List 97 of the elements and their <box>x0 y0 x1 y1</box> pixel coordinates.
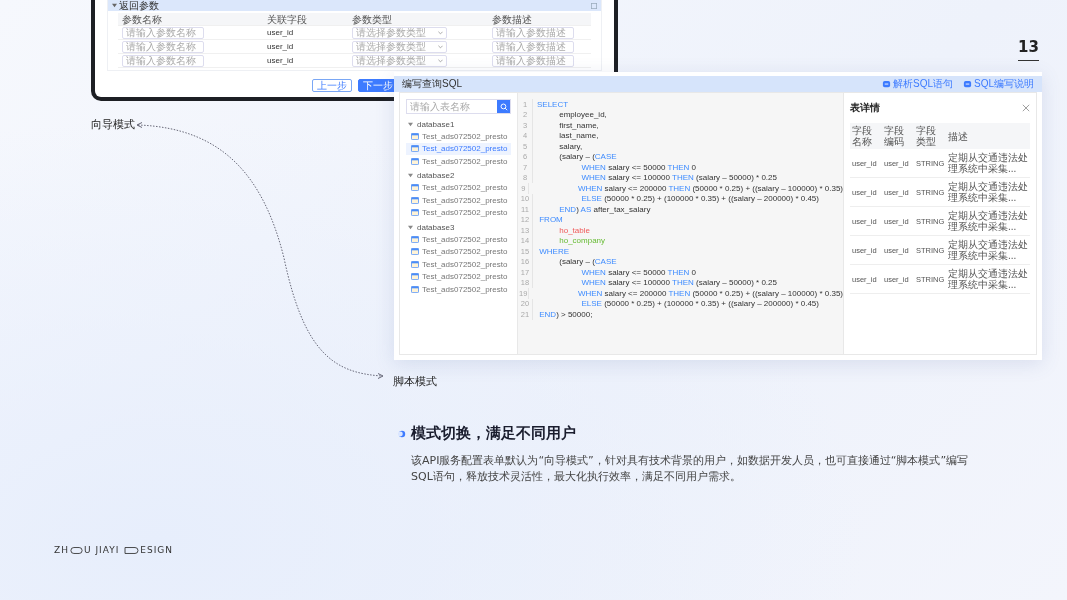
code-line: employee_id, <box>558 110 607 120</box>
bullet-icon <box>398 429 406 438</box>
table-node[interactable]: Test_ads072502_presto <box>406 233 511 246</box>
table-node[interactable]: Test_ads072502_presto <box>406 206 511 219</box>
panel-title: 表详情 <box>850 101 880 115</box>
code-line: WHEN salary <= 50000 THEN 0 <box>580 267 697 277</box>
table-node[interactable]: Test_ads072502_presto <box>406 258 511 271</box>
code-line: (salary – (CASE <box>558 257 617 267</box>
feature-description: 该API服务配置表单默认为“向导模式”，针对具有技术背景的用户，如数据开发人员，也可直接通过“脚本模式”编写SQL语句，释放技术灵活性，最大化执行效率，满足不同用户需求。 <box>411 453 970 485</box>
code-line: END) AS after_tax_salary <box>558 204 651 214</box>
table-icon <box>411 132 419 140</box>
chevron-down-icon <box>438 44 443 49</box>
code-line: WHEN salary <= 100000 THEN (salary – 50000) * 0.25 <box>580 173 777 183</box>
column-header: 字段类型 <box>914 123 946 149</box>
table-node[interactable]: Test_ads072502_presto <box>406 245 511 258</box>
code-editor[interactable] <box>518 93 844 354</box>
table-icon <box>411 196 419 204</box>
logo-o-icon <box>69 546 83 554</box>
table-cell: 定期从交通违法处理系统中采集... <box>946 149 1030 178</box>
table-icon <box>411 285 419 293</box>
wizard-mode-label: 向导模式 <box>91 117 135 132</box>
logo-d-icon <box>124 546 140 554</box>
logo-text: ZH <box>54 545 69 555</box>
column-header: 字段名称 <box>850 123 882 149</box>
table-cell: 定期从交通违法处理系统中采集... <box>946 235 1030 265</box>
code-line: first_name, <box>558 120 599 130</box>
table-node[interactable]: Test_ads072502_presto <box>406 155 511 168</box>
search-icon[interactable] <box>499 102 508 111</box>
code-line: END) > 50000; <box>538 309 593 319</box>
code-line: FROM <box>538 215 563 225</box>
table-search-field[interactable]: 请输入表名称 <box>406 99 511 114</box>
database-node[interactable]: database3 <box>406 221 511 233</box>
description-input-field[interactable]: 请输入参数描述 <box>492 26 574 39</box>
logo-text: U JIAYI <box>83 545 120 555</box>
table-icon <box>411 260 419 268</box>
caret-icon[interactable] <box>112 3 117 8</box>
name-input-field[interactable]: 请输入参数名称 <box>122 40 204 53</box>
close-icon[interactable] <box>1022 104 1030 112</box>
code-line: ELSE (50000 * 0.25) + (100000 * 0.35) + ((salary – 200000) * 0.45) <box>580 194 819 204</box>
table-node[interactable]: Test_ads072502_presto <box>406 130 511 143</box>
code-line: WHEN salary <= 100000 THEN (salary – 50000) * 0.25 <box>580 278 777 288</box>
table-node[interactable]: Test_ads072502_presto <box>406 142 511 155</box>
code-line: ho_table <box>558 225 590 235</box>
column-header: 描述 <box>946 123 1030 149</box>
table-node[interactable]: Test_ads072502_presto <box>406 194 511 207</box>
previous-button[interactable]: 上一步 <box>311 79 352 92</box>
code-line: WHEN salary <= 200000 THEN (50000 * 0.25) + ((salary – 100000) * 0.35) <box>576 288 843 298</box>
table-cell: 定期从交通违法处理系统中采集... <box>946 264 1030 294</box>
expand-icon[interactable] <box>591 2 597 9</box>
window-title: 编写查询SQL <box>402 77 462 91</box>
column-header: 参数名称 <box>121 13 163 25</box>
column-header: 参数类型 <box>351 13 393 25</box>
code-line: salary, <box>558 141 583 151</box>
table-icon <box>411 235 419 243</box>
description-input-field[interactable]: 请输入参数描述 <box>492 54 574 67</box>
code-line: (salary – (CASE <box>558 152 617 162</box>
code-line: WHEN salary <= 50000 THEN 0 <box>580 162 697 172</box>
table-icon <box>411 145 419 153</box>
table-icon <box>411 273 419 281</box>
table-icon <box>411 209 419 217</box>
name-input-field[interactable]: 请输入参数名称 <box>122 54 204 67</box>
chevron-down-icon <box>438 30 443 35</box>
table-icon <box>411 248 419 256</box>
chevron-down-icon <box>438 58 443 63</box>
description-input-field[interactable]: 请输入参数描述 <box>492 40 574 53</box>
table-cell: user_id <box>267 27 294 38</box>
name-input-field[interactable]: 请输入参数名称 <box>122 26 204 39</box>
code-line: WHERE <box>538 246 569 256</box>
table-icon <box>411 184 419 192</box>
script-mode-label: 脚本模式 <box>393 374 437 389</box>
page-number: 13 <box>1018 38 1039 61</box>
table-cell: 定期从交通违法处理系统中采集... <box>946 177 1030 207</box>
logo-text: ESIGN <box>140 545 174 555</box>
database-node[interactable]: database1 <box>406 118 511 130</box>
column-header: 参数描述 <box>491 13 533 25</box>
code-line: last_name, <box>558 131 599 141</box>
table-cell: user_id <box>267 55 294 66</box>
caret-icon[interactable] <box>408 173 413 178</box>
table-cell: user_id <box>267 41 294 52</box>
table-node[interactable]: Test_ads072502_presto <box>406 181 511 194</box>
parse-sql-link[interactable]: 解析SQL语句 <box>881 77 953 91</box>
code-line: ho_company <box>558 236 606 246</box>
code-line: SELECT <box>537 99 569 109</box>
caret-icon[interactable] <box>408 224 413 230</box>
database-node[interactable]: database2 <box>406 169 511 182</box>
column-header: 字段编码 <box>882 123 914 149</box>
table-node[interactable]: Test_ads072502_presto <box>406 270 511 283</box>
caret-icon[interactable] <box>408 121 413 127</box>
code-line: ELSE (50000 * 0.25) + (100000 * 0.35) + ((salary – 200000) * 0.45) <box>580 299 819 309</box>
feature-title: 模式切换，满足不同用户 <box>411 424 576 443</box>
table-cell: 定期从交通违法处理系统中采集... <box>946 206 1030 236</box>
table-icon <box>411 157 419 165</box>
sql-guide-link[interactable]: SQL编写说明 <box>963 77 1034 91</box>
code-line: WHEN salary <= 200000 THEN (50000 * 0.25) + ((salary – 100000) * 0.35) <box>576 183 843 193</box>
column-header: 关联字段 <box>266 13 308 25</box>
section-title: 返回参数 <box>119 0 159 11</box>
table-node[interactable]: Test_ads072502_presto <box>406 283 511 296</box>
